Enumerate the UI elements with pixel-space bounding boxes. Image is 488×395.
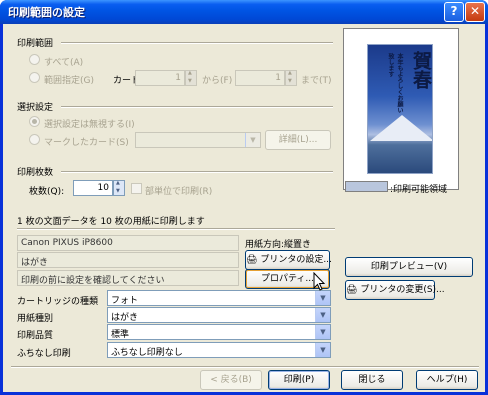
- to-input[interactable]: 1: [235, 70, 285, 86]
- copies-count-label: 枚数(Q):: [29, 187, 65, 197]
- mountain-graphic: [370, 115, 432, 141]
- cartridge-select[interactable]: フォト ▼: [107, 290, 331, 306]
- radio-range-label: 範囲指定(G): [44, 76, 94, 86]
- title-bar[interactable]: 印刷範囲の設定 ? ✕: [0, 0, 488, 24]
- printable-area-label: :印刷可能領域: [390, 185, 448, 195]
- radio-ignore-selection[interactable]: [29, 116, 40, 127]
- printer-settings-button[interactable]: 🖨 プリンタの設定...: [245, 250, 332, 270]
- printer-name-field: Canon PIXUS iP8600: [17, 235, 239, 251]
- print-range-heading: 印刷範囲: [17, 39, 54, 49]
- chevron-down-icon: ▼: [315, 291, 330, 305]
- to-spinner[interactable]: [285, 70, 297, 86]
- chevron-down-icon: ▼: [245, 133, 260, 147]
- divider: [11, 366, 479, 368]
- chevron-down-icon: ▼: [315, 343, 330, 357]
- paper-size-field: はがき: [17, 252, 239, 268]
- divider: [17, 228, 335, 230]
- divider: [61, 171, 333, 173]
- dialog-body: 印刷範囲 すべて(A) 範囲指定(G) カード 1 から(F) 1 まで(T) …: [3, 24, 485, 392]
- radio-marked-label: マークしたカード(S): [44, 138, 129, 148]
- divider: [61, 106, 333, 108]
- card-preview: 賀春 本年もよろしくお願い致します: [343, 28, 459, 190]
- radio-all[interactable]: [29, 54, 40, 65]
- chevron-down-icon: ▼: [315, 325, 330, 339]
- mouse-cursor-icon: [313, 272, 326, 291]
- card-sub-text: 本年もよろしくお願い致します: [387, 53, 403, 113]
- radio-range[interactable]: [29, 72, 40, 83]
- window-title: 印刷範囲の設定: [8, 6, 85, 19]
- borderless-select[interactable]: ふちなし印刷なし ▼: [107, 342, 331, 358]
- collate-checkbox[interactable]: [131, 183, 142, 194]
- print-preview-button[interactable]: 印刷プレビュー(V): [345, 257, 473, 277]
- help-button[interactable]: ヘルプ(H): [416, 370, 478, 390]
- printer-icon: 🖨: [246, 255, 258, 265]
- paper-type-label: 用紙種別: [17, 314, 54, 324]
- printable-area-swatch: [345, 181, 388, 192]
- print-quality-label: 印刷品質: [17, 331, 54, 341]
- radio-all-label: すべて(A): [44, 58, 84, 68]
- divider: [61, 42, 333, 44]
- chevron-down-icon: ▼: [315, 308, 330, 322]
- from-label: から(F): [202, 76, 233, 86]
- paper-type-select[interactable]: はがき ▼: [107, 307, 331, 323]
- orientation-label: 用紙方向:縦置き: [245, 240, 312, 250]
- print-button[interactable]: 印刷(P): [268, 370, 330, 390]
- printer-icon: 🖨: [346, 285, 358, 295]
- change-printer-button[interactable]: 🖨 プリンタの変更(S)...: [345, 280, 445, 300]
- radio-ignore-label: 選択設定は無視する(I): [44, 120, 135, 130]
- copies-count-input[interactable]: 10: [73, 180, 113, 196]
- marked-cards-select[interactable]: ▼: [135, 132, 261, 148]
- detail-button[interactable]: 詳細(L)...: [265, 130, 331, 150]
- from-spinner[interactable]: [185, 70, 197, 86]
- card-image: 賀春 本年もよろしくお願い致します: [367, 44, 433, 174]
- close-icon[interactable]: ✕: [465, 2, 485, 22]
- collate-label: 部単位で印刷(R): [145, 187, 213, 197]
- borderless-label: ふちなし印刷: [17, 349, 71, 359]
- copies-spinner[interactable]: [113, 180, 125, 196]
- back-button[interactable]: < 戻る(B): [200, 370, 262, 390]
- help-icon[interactable]: ?: [444, 2, 464, 22]
- summary-text: 1 枚の文面データを 10 枚の用紙に印刷します: [17, 217, 205, 227]
- confirm-notice-field: 印刷の前に設定を確認してください: [17, 270, 239, 286]
- from-input[interactable]: 1: [135, 70, 185, 86]
- close-button[interactable]: 閉じる: [341, 370, 403, 390]
- print-quality-select[interactable]: 標準 ▼: [107, 324, 331, 340]
- cartridge-label: カートリッジの種類: [17, 297, 99, 307]
- copies-heading: 印刷枚数: [17, 168, 54, 178]
- selection-heading: 選択設定: [17, 103, 54, 113]
- to-label: まで(T): [301, 76, 332, 86]
- radio-marked-cards[interactable]: [29, 134, 40, 145]
- dialog-window: 印刷範囲の設定 ? ✕ 印刷範囲 すべて(A) 範囲指定(G) カード 1 から…: [0, 0, 488, 395]
- card-main-text: 賀春: [410, 51, 432, 89]
